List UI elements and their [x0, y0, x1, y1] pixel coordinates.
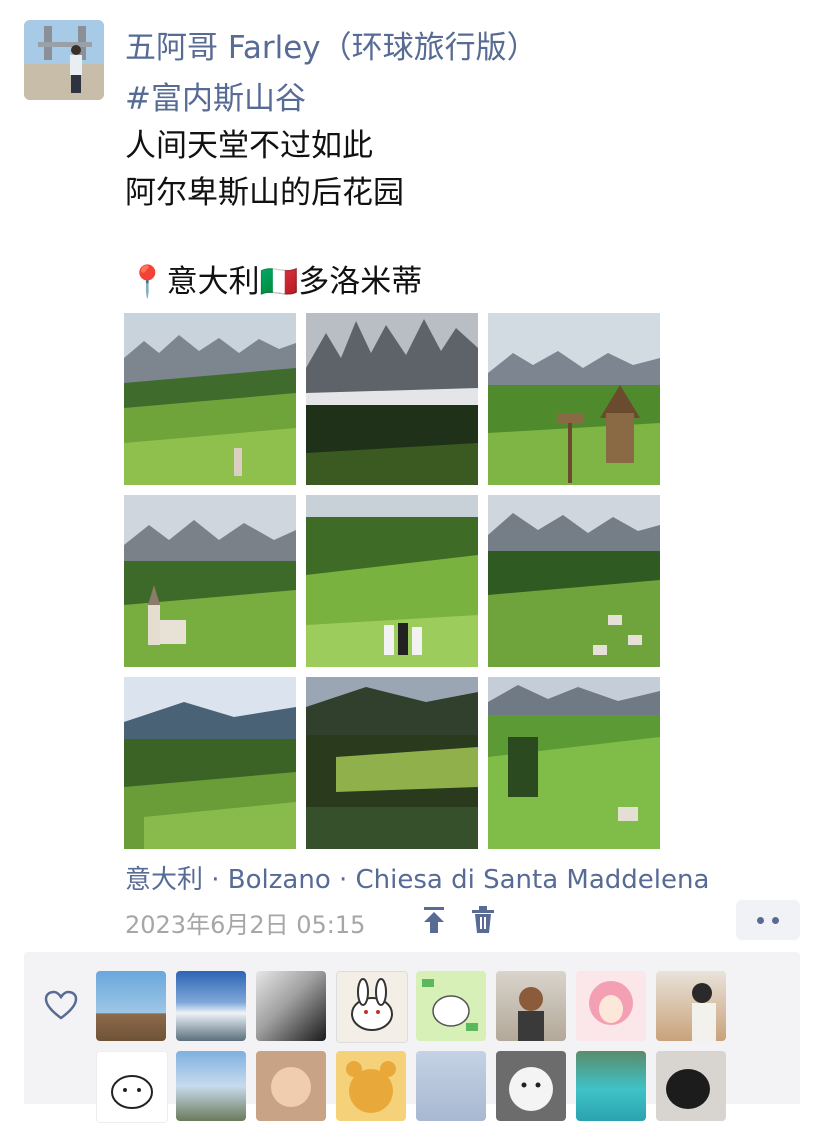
- photo-9[interactable]: [488, 677, 660, 849]
- like-avatar-16[interactable]: [656, 1051, 726, 1121]
- like-avatar-14[interactable]: [496, 1051, 566, 1121]
- heart-outline-icon: [44, 990, 78, 1022]
- region-text: 多洛米蒂: [298, 264, 423, 300]
- like-avatar-9[interactable]: [96, 1051, 168, 1123]
- author-name[interactable]: 五阿哥 Farley（环球旅行版）: [125, 22, 538, 67]
- country-text: 意大利: [166, 264, 260, 300]
- post-location-line: 📍意大利🇮🇹多洛米蒂: [128, 256, 422, 301]
- like-avatar-5[interactable]: [416, 971, 486, 1041]
- photo-3[interactable]: [488, 313, 660, 485]
- post-text-line-1: 人间天堂不过如此: [125, 128, 373, 164]
- photo-4[interactable]: [124, 495, 296, 667]
- like-avatar-8[interactable]: [656, 971, 726, 1041]
- like-avatar-2[interactable]: [176, 971, 246, 1041]
- like-avatar-3[interactable]: [256, 971, 326, 1041]
- photo-6[interactable]: [488, 495, 660, 667]
- photo-5[interactable]: [306, 495, 478, 667]
- like-avatar-1[interactable]: [96, 971, 166, 1041]
- like-avatar-11[interactable]: [256, 1051, 326, 1121]
- author-avatar[interactable]: [24, 20, 104, 100]
- pin-top-icon[interactable]: [420, 905, 448, 935]
- like-avatar-7[interactable]: [576, 971, 646, 1041]
- like-avatar-6[interactable]: [496, 971, 566, 1041]
- geo-tag-link[interactable]: 意大利 · Bolzano · Chiesa di Santa Maddelen…: [125, 859, 709, 896]
- post-text-line-2: 阿尔卑斯山的后花园: [125, 175, 404, 211]
- like-avatar-15[interactable]: [576, 1051, 646, 1121]
- map-pin-icon: 📍: [128, 264, 167, 300]
- hashtag-link[interactable]: #富内斯山谷: [125, 73, 306, 118]
- like-avatar-12[interactable]: [336, 1051, 406, 1121]
- more-dots-icon[interactable]: [736, 900, 800, 940]
- like-avatar-4[interactable]: [336, 971, 408, 1043]
- like-avatar-13[interactable]: [416, 1051, 486, 1121]
- photo-7[interactable]: [124, 677, 296, 849]
- trash-icon[interactable]: [470, 905, 496, 935]
- photo-1[interactable]: [124, 313, 296, 485]
- post-timestamp: 2023年6月2日 05:15: [125, 911, 366, 939]
- italy-flag-icon: 🇮🇹: [259, 264, 299, 300]
- author-avatar-image: [24, 20, 104, 100]
- like-avatar-10[interactable]: [176, 1051, 246, 1121]
- photo-2[interactable]: [306, 313, 478, 485]
- photo-8[interactable]: [306, 677, 478, 849]
